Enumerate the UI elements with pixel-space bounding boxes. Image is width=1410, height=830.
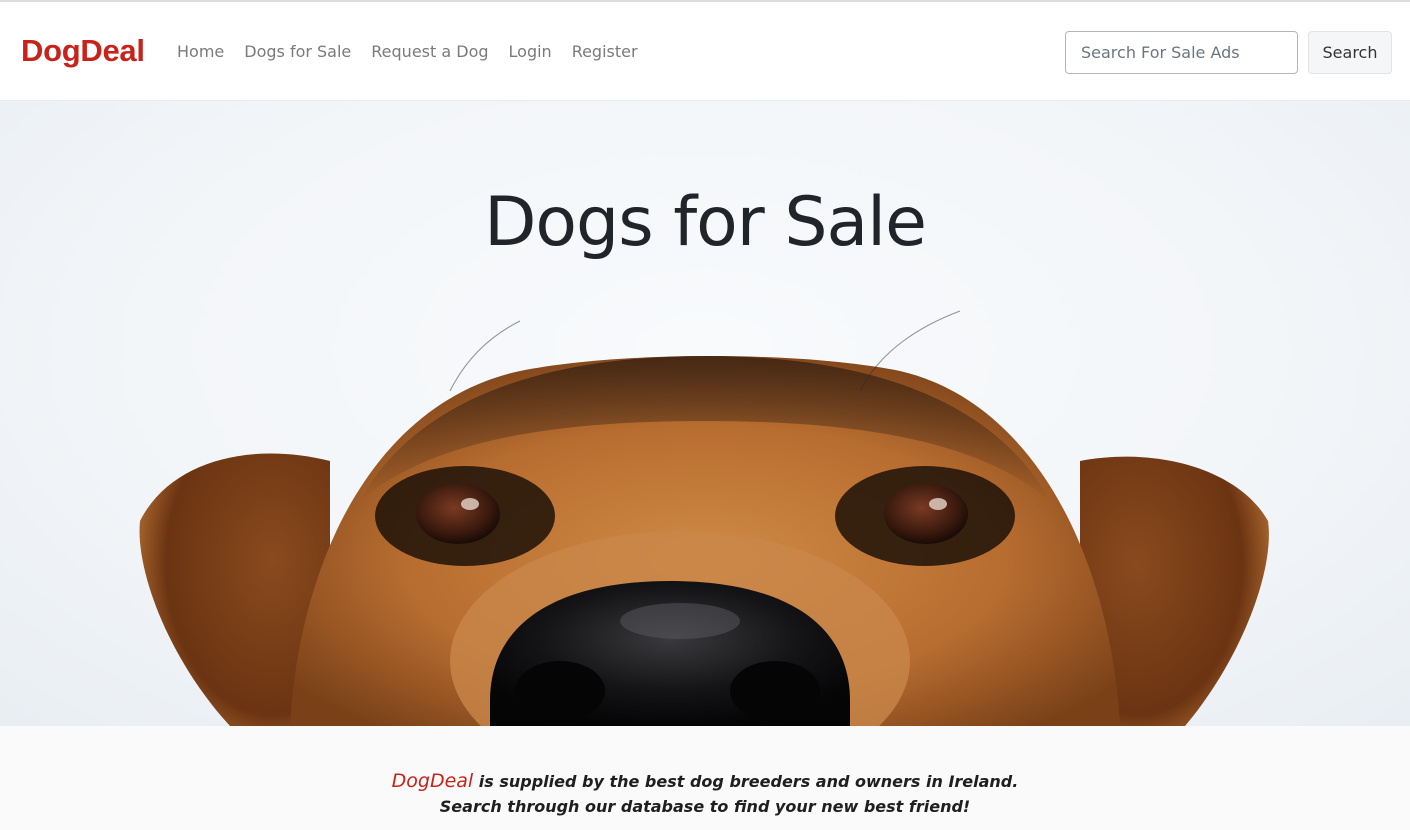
nav-link-register[interactable]: Register: [572, 41, 638, 63]
tagline-line-2: Search through our database to find your…: [439, 797, 971, 816]
nav-links: Home Dogs for Sale Request a Dog Login R…: [177, 41, 638, 63]
search-button[interactable]: Search: [1308, 31, 1392, 74]
nav-link-dogs-for-sale[interactable]: Dogs for Sale: [244, 41, 351, 63]
tagline-section: DogDeal is supplied by the best dog bree…: [0, 726, 1410, 830]
hero-banner: Dogs for Sale: [0, 101, 1410, 726]
nav-link-home[interactable]: Home: [177, 41, 224, 63]
tagline-line-1: DogDeal is supplied by the best dog bree…: [0, 770, 1410, 793]
search-input[interactable]: [1065, 31, 1298, 74]
brand-logo[interactable]: DogDeal: [21, 33, 145, 69]
page-title: Dogs for Sale: [484, 183, 927, 262]
nav-link-login[interactable]: Login: [509, 41, 552, 63]
navbar: DogDeal Home Dogs for Sale Request a Dog…: [0, 0, 1410, 101]
tagline-line-1-text: is supplied by the best dog breeders and…: [473, 772, 1019, 791]
nav-link-request-a-dog[interactable]: Request a Dog: [371, 41, 488, 63]
tagline-brand: DogDeal: [391, 770, 474, 792]
